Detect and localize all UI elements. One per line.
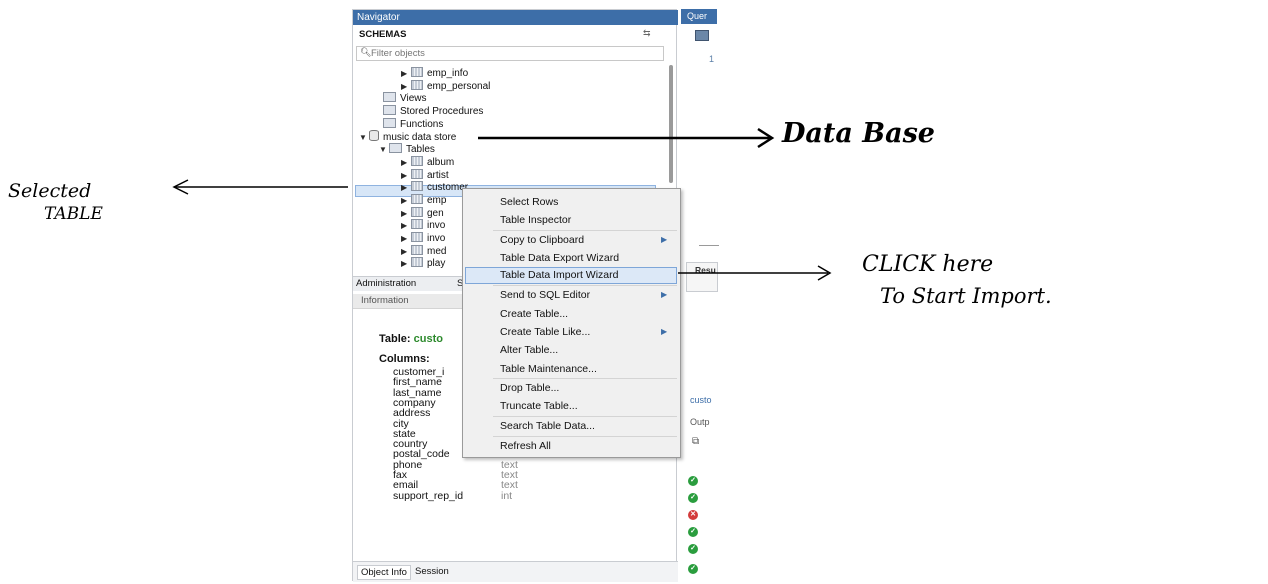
database-annotation: Data Base	[782, 118, 935, 149]
click-annotation-line2: To Start Import.	[880, 284, 1052, 308]
selected-annotation-line2: TABLE	[44, 204, 103, 224]
selected-annotation-line1: Selected	[8, 180, 92, 202]
annotation-layer	[172, 127, 832, 281]
click-annotation-line1: CLICK here	[862, 252, 994, 277]
